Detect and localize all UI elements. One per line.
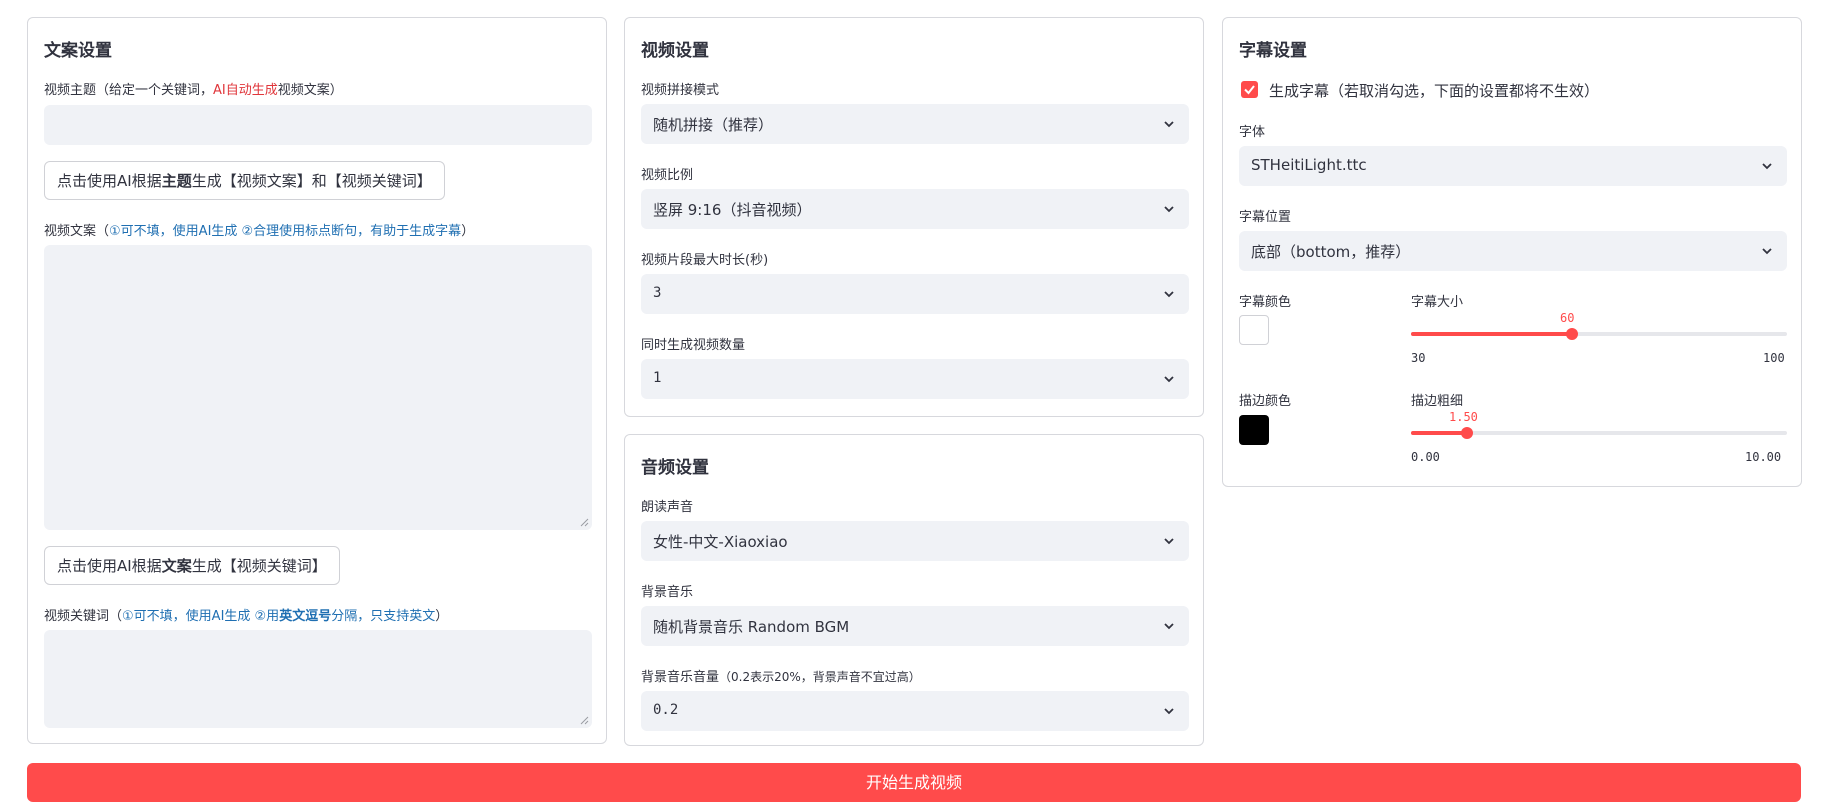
generate-script-button[interactable]: 点击使用AI根据主题生成【视频文案】和【视频关键词】 [44, 161, 445, 200]
chevron-down-icon [1164, 623, 1174, 630]
stroke-color-picker[interactable] [1239, 415, 1269, 445]
bgm-volume-select[interactable]: 0.2 [641, 691, 1189, 731]
concat-mode-label: 视频拼接模式 [641, 83, 720, 98]
generate-keywords-button[interactable]: 点击使用AI根据文案生成【视频关键词】 [44, 546, 340, 585]
aspect-ratio-select[interactable]: 竖屏 9:16（抖音视频） [641, 189, 1189, 229]
chevron-down-icon [1164, 538, 1174, 545]
bgm-volume-label: 背景音乐音量（0.2表示20%，背景声音不宜过高） [641, 670, 921, 685]
copy-settings-title: 文案设置 [44, 41, 112, 61]
subtitle-settings-panel: 字幕设置 生成字幕（若取消勾选，下面的设置都将不生效） 字体 STHeitiLi… [1222, 17, 1802, 487]
bgm-select[interactable]: 随机背景音乐 Random BGM [641, 606, 1189, 646]
stroke-width-label: 描边粗细 [1411, 394, 1464, 409]
subtitle-size-max: 100 [1763, 351, 1785, 365]
chevron-down-icon [1762, 248, 1772, 255]
voice-select[interactable]: 女性-中文-Xiaoxiao [641, 521, 1189, 561]
chevron-down-icon [1164, 121, 1174, 128]
clip-duration-select[interactable]: 3 [641, 274, 1189, 314]
check-icon [1244, 85, 1255, 95]
voice-label: 朗读声音 [641, 500, 694, 515]
chevron-down-icon [1164, 291, 1174, 298]
stroke-width-max: 10.00 [1745, 450, 1782, 464]
video-settings-panel: 视频设置 视频拼接模式 随机拼接（推荐） 视频比例 竖屏 9:16（抖音视频） … [624, 17, 1204, 417]
script-textarea[interactable] [44, 245, 592, 530]
font-label: 字体 [1239, 125, 1266, 140]
subtitle-size-min: 30 [1411, 351, 1426, 365]
subtitle-color-label: 字幕颜色 [1239, 295, 1292, 310]
subtitle-position-label: 字幕位置 [1239, 210, 1292, 225]
stroke-width-value: 1.50 [1449, 410, 1478, 424]
copy-settings-panel: 文案设置 视频主题（给定一个关键词，AI自动生成视频文案） 点击使用AI根据主题… [27, 17, 607, 744]
video-settings-title: 视频设置 [641, 41, 709, 61]
subject-label: 视频主题（给定一个关键词，AI自动生成视频文案） [44, 83, 343, 98]
subtitle-color-picker[interactable] [1239, 315, 1269, 345]
keywords-textarea[interactable] [44, 630, 592, 728]
resize-handle-icon[interactable] [579, 517, 589, 527]
subtitle-size-value: 60 [1560, 311, 1575, 325]
keywords-label: 视频关键词（①可不填，使用AI生成 ②用英文逗号分隔，只支持英文） [44, 609, 449, 624]
audio-settings-title: 音频设置 [641, 458, 709, 478]
aspect-ratio-label: 视频比例 [641, 168, 694, 183]
stroke-width-thumb[interactable] [1461, 427, 1473, 439]
video-count-label: 同时生成视频数量 [641, 338, 746, 353]
stroke-width-min: 0.00 [1411, 450, 1440, 464]
subtitle-size-thumb[interactable] [1566, 328, 1578, 340]
font-select[interactable]: STHeitiLight.ttc [1239, 146, 1787, 186]
subtitle-size-fill [1411, 332, 1572, 336]
enable-subtitle-checkbox[interactable] [1241, 81, 1258, 98]
stroke-width-fill [1411, 431, 1467, 435]
start-generate-button[interactable]: 开始生成视频 [27, 763, 1801, 802]
clip-duration-label: 视频片段最大时长(秒) [641, 253, 769, 268]
chevron-down-icon [1164, 376, 1174, 383]
subtitle-position-select[interactable]: 底部（bottom，推荐） [1239, 231, 1787, 271]
chevron-down-icon [1762, 163, 1772, 170]
resize-handle-icon[interactable] [579, 715, 589, 725]
subtitle-settings-title: 字幕设置 [1239, 41, 1307, 61]
video-count-select[interactable]: 1 [641, 359, 1189, 399]
audio-settings-panel: 音频设置 朗读声音 女性-中文-Xiaoxiao 背景音乐 随机背景音乐 Ran… [624, 434, 1204, 746]
script-label: 视频文案（①可不填，使用AI生成 ②合理使用标点断句，有助于生成字幕） [44, 224, 475, 239]
enable-subtitle-label: 生成字幕（若取消勾选，下面的设置都将不生效） [1269, 82, 1600, 100]
stroke-color-label: 描边颜色 [1239, 394, 1292, 409]
bgm-label: 背景音乐 [641, 585, 694, 600]
subtitle-size-label: 字幕大小 [1411, 295, 1464, 310]
concat-mode-select[interactable]: 随机拼接（推荐） [641, 104, 1189, 144]
chevron-down-icon [1164, 708, 1174, 715]
chevron-down-icon [1164, 206, 1174, 213]
subject-input[interactable] [44, 105, 592, 145]
